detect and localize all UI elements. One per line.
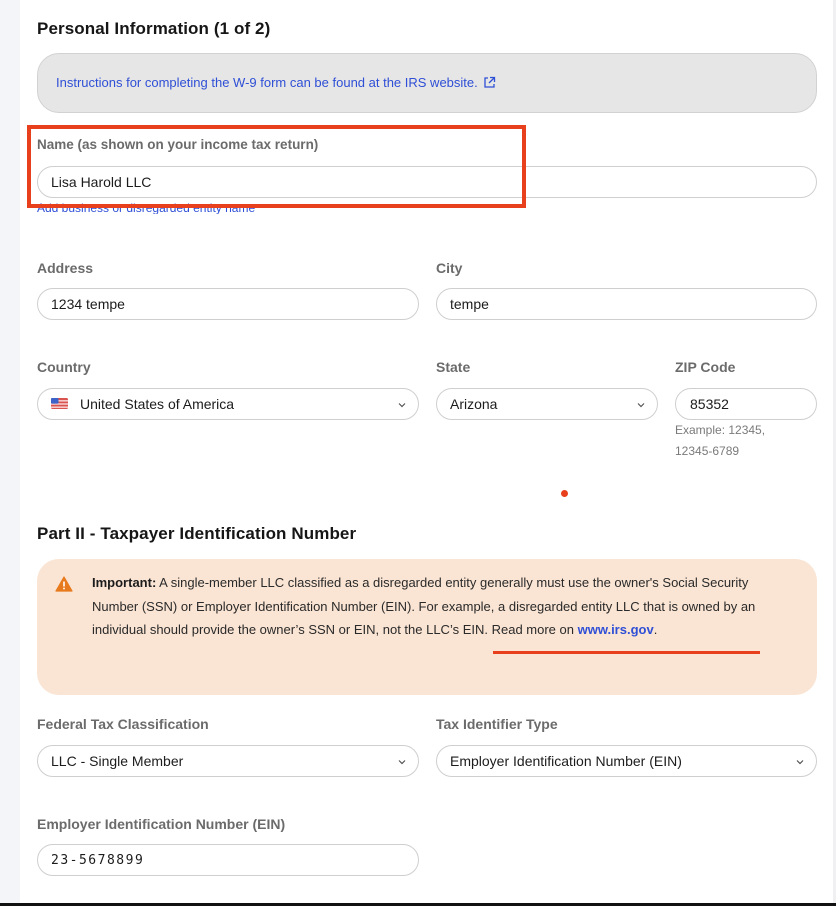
chevron-down-icon — [396, 755, 408, 767]
zip-label: ZIP Code — [675, 359, 736, 375]
instructions-banner: Instructions for completing the W-9 form… — [37, 53, 817, 113]
address-input[interactable]: 1234 tempe — [37, 288, 419, 320]
warning-triangle-icon — [55, 576, 73, 597]
us-flag-icon — [51, 396, 68, 412]
tax-classification-label: Federal Tax Classification — [37, 716, 209, 732]
tax-classification-value: LLC - Single Member — [51, 753, 184, 769]
chevron-down-icon — [635, 398, 647, 410]
address-input-value: 1234 tempe — [51, 296, 125, 312]
zip-hint-line2: 12345-6789 — [675, 444, 740, 458]
zip-input[interactable]: 85352 — [675, 388, 817, 420]
irs-gov-link[interactable]: www.irs.gov — [578, 622, 654, 637]
country-select[interactable]: United States of America — [37, 388, 419, 420]
tax-identifier-type-value: Employer Identification Number (EIN) — [450, 753, 682, 769]
country-label: Country — [37, 359, 91, 375]
chevron-down-icon — [794, 755, 806, 767]
city-input-value: tempe — [450, 296, 489, 312]
ein-input[interactable]: 23-5678899 — [37, 844, 419, 876]
warning-strong: Important: — [92, 575, 157, 590]
ein-input-value: 23-5678899 — [51, 852, 145, 868]
annotation-underline — [493, 651, 760, 654]
zip-hint-line1: Example: 12345, — [675, 423, 766, 437]
tax-identifier-type-label: Tax Identifier Type — [436, 716, 558, 732]
city-input[interactable]: tempe — [436, 288, 817, 320]
annotation-highlight-box — [27, 125, 526, 208]
warning-period: . — [653, 622, 658, 637]
state-label: State — [436, 359, 471, 375]
state-select-value: Arizona — [450, 396, 498, 412]
chevron-down-icon — [396, 398, 408, 410]
irs-instructions-link[interactable]: Instructions for completing the W-9 form… — [56, 75, 496, 92]
external-link-icon — [483, 76, 496, 92]
zip-hint: Example: 12345, 12345-6789 — [675, 420, 765, 462]
irs-instructions-link-text: Instructions for completing the W-9 form… — [56, 74, 478, 90]
section-title-personal-info: Personal Information (1 of 2) — [37, 19, 271, 38]
ein-label: Employer Identification Number (EIN) — [37, 816, 286, 832]
left-gutter — [0, 0, 20, 903]
state-select[interactable]: Arizona — [436, 388, 658, 420]
warning-text: Important: A single-member LLC classifie… — [92, 571, 782, 642]
city-label: City — [436, 260, 463, 276]
annotation-dot — [561, 490, 568, 497]
important-warning-banner: Important: A single-member LLC classifie… — [37, 559, 817, 695]
tax-classification-select[interactable]: LLC - Single Member — [37, 745, 419, 777]
zip-input-value: 85352 — [690, 396, 729, 412]
country-select-value: United States of America — [80, 396, 235, 412]
address-label: Address — [37, 260, 94, 276]
tax-identifier-type-select[interactable]: Employer Identification Number (EIN) — [436, 745, 817, 777]
section-title-taxpayer-id: Part II - Taxpayer Identification Number — [37, 524, 357, 543]
